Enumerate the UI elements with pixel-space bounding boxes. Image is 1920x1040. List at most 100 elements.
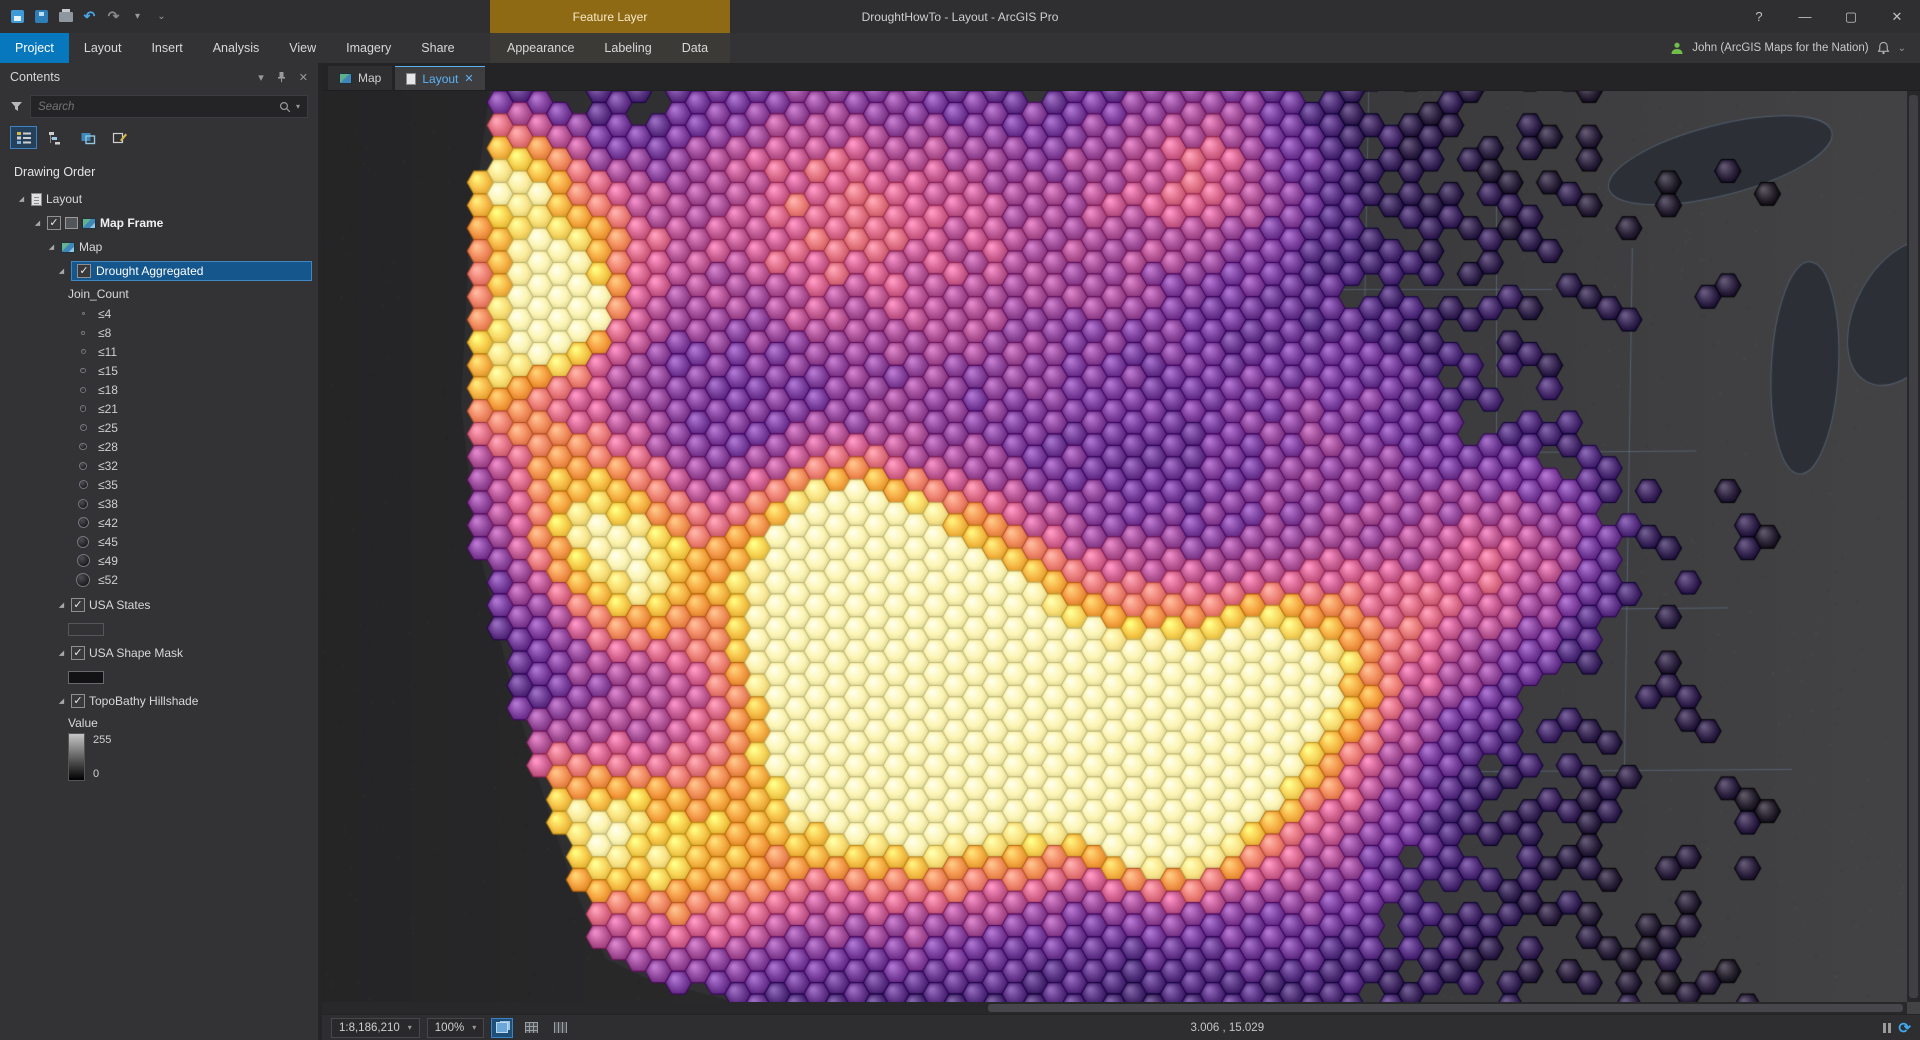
legend-field-row: Join_Count — [0, 283, 318, 304]
tree-item-layout[interactable]: ◢ Layout — [0, 187, 318, 211]
legend-item[interactable]: ≤4 — [0, 304, 318, 323]
filter-icon[interactable] — [10, 101, 23, 113]
tree-item-topobathy-hillshade[interactable]: ◢ ✓ TopoBathy Hillshade — [0, 689, 318, 713]
hillshade-min-label: 0 — [93, 768, 100, 780]
ribbon-tab-data[interactable]: Data — [667, 33, 723, 63]
ribbon-tab-labeling[interactable]: Labeling — [589, 33, 666, 63]
horizontal-scrollbar[interactable] — [322, 1002, 1907, 1014]
maximize-button[interactable]: ▢ — [1828, 0, 1874, 33]
zoom-combo[interactable]: 100% ▾ — [426, 1017, 485, 1038]
tab-close-icon[interactable]: ✕ — [464, 72, 473, 85]
customize-qat-icon[interactable]: ⌄ — [154, 9, 169, 24]
search-icon[interactable] — [279, 101, 291, 113]
legend-item[interactable]: ≤8 — [0, 323, 318, 342]
undo-icon[interactable]: ↶ — [82, 8, 97, 24]
close-button[interactable]: ✕ — [1874, 0, 1920, 33]
ribbon-tab-view[interactable]: View — [274, 33, 331, 63]
legend-item[interactable]: ≤42 — [0, 513, 318, 532]
legend-item[interactable]: ≤25 — [0, 418, 318, 437]
tree-item-map[interactable]: ◢ Map — [0, 235, 318, 259]
print-icon[interactable] — [58, 8, 73, 24]
legend-symbol — [80, 386, 86, 393]
expander-icon[interactable]: ◢ — [46, 243, 57, 251]
vertical-scrollbar[interactable] — [1907, 91, 1920, 1002]
topobathy-checkbox[interactable]: ✓ — [71, 694, 85, 708]
hillshade-gradient-row: 255 0 — [0, 733, 318, 781]
legend-label: ≤35 — [98, 477, 118, 492]
pane-menu-chevron-icon[interactable]: ▾ — [258, 71, 264, 84]
search-options-chevron-icon[interactable]: ▾ — [296, 102, 300, 111]
ribbon-tab-appearance[interactable]: Appearance — [492, 33, 589, 63]
expander-icon[interactable]: ◢ — [56, 267, 67, 275]
legend-item[interactable]: ≤52 — [0, 570, 318, 589]
hillshade-max-label: 255 — [93, 734, 112, 746]
map-frame-checkbox[interactable]: ✓ — [47, 216, 61, 230]
pause-drawing-icon[interactable] — [1883, 1022, 1892, 1033]
ribbon-tab-share[interactable]: Share — [406, 33, 469, 63]
tree-item-map-frame[interactable]: ◢ ✓ Map Frame — [0, 211, 318, 235]
view-tab-map[interactable]: Map — [328, 66, 393, 90]
tree-item-usa-states[interactable]: ◢ ✓ USA States — [0, 593, 318, 617]
expander-icon[interactable]: ◢ — [56, 601, 67, 609]
drought-layer-checkbox[interactable]: ✓ — [77, 264, 91, 278]
map-canvas[interactable] — [322, 91, 1920, 1014]
usa-shape-mask-symbol-row[interactable] — [0, 665, 318, 689]
ribbon-tab-imagery[interactable]: Imagery — [331, 33, 406, 63]
ribbon-tab-insert[interactable]: Insert — [136, 33, 197, 63]
legend-item[interactable]: ≤11 — [0, 342, 318, 361]
legend-item[interactable]: ≤15 — [0, 361, 318, 380]
list-by-editing-button[interactable] — [106, 126, 133, 149]
list-by-drawing-order-button[interactable] — [10, 126, 37, 149]
save-project-icon[interactable] — [34, 9, 49, 24]
expander-icon[interactable]: ◢ — [56, 649, 67, 657]
legend-item[interactable]: ≤21 — [0, 399, 318, 418]
legend-item[interactable]: ≤18 — [0, 380, 318, 399]
title-bar: ↶ ↷ ▾ ⌄ DroughtHowTo - Layout - ArcGIS P… — [0, 0, 1920, 33]
selected-layer-highlight[interactable]: ✓ Drought Aggregated — [71, 261, 312, 281]
usa-states-checkbox[interactable]: ✓ — [71, 598, 85, 612]
expander-icon[interactable]: ◢ — [32, 219, 43, 227]
usa-states-symbol-row[interactable] — [0, 617, 318, 641]
legend-item[interactable]: ≤28 — [0, 437, 318, 456]
ribbon-tab-layout[interactable]: Layout — [69, 33, 137, 63]
layout-view-icon — [406, 72, 417, 85]
legend-item[interactable]: ≤38 — [0, 494, 318, 513]
usa-states-swatch — [68, 622, 104, 636]
user-name[interactable]: John (ArcGIS Maps for the Nation) — [1692, 42, 1868, 54]
legend-label: ≤4 — [98, 306, 112, 321]
legend-item[interactable]: ≤35 — [0, 475, 318, 494]
usa-shape-mask-label: USA Shape Mask — [89, 646, 184, 660]
notifications-bell-icon[interactable] — [1877, 41, 1890, 55]
topobathy-label: TopoBathy Hillshade — [89, 694, 199, 708]
list-by-source-button[interactable] — [42, 126, 69, 149]
main-area: Contents ▾ ✕ ▾ — [0, 63, 1920, 1040]
help-button[interactable]: ? — [1736, 0, 1782, 33]
user-menu-chevron-icon[interactable]: ⌄ — [1898, 43, 1906, 54]
pin-icon[interactable] — [276, 71, 287, 83]
guides-button[interactable] — [549, 1018, 571, 1038]
tree-item-drought-aggregated[interactable]: ◢ ✓ Drought Aggregated — [0, 259, 318, 283]
ribbon-tab-analysis[interactable]: Analysis — [198, 33, 275, 63]
legend-item[interactable]: ≤32 — [0, 456, 318, 475]
layout-pages-button[interactable] — [491, 1017, 514, 1038]
ribbon-tab-project[interactable]: Project — [0, 33, 69, 63]
legend-symbol — [76, 554, 90, 567]
usa-shape-mask-checkbox[interactable]: ✓ — [71, 646, 85, 660]
grid-snapping-button[interactable] — [520, 1018, 542, 1038]
pane-close-icon[interactable]: ✕ — [299, 71, 308, 84]
tree-item-usa-shape-mask[interactable]: ◢ ✓ USA Shape Mask — [0, 641, 318, 665]
view-tab-layout[interactable]: Layout ✕ — [395, 66, 485, 90]
legend-label: ≤45 — [98, 534, 118, 549]
minimize-button[interactable]: — — [1782, 0, 1828, 33]
legend-item[interactable]: ≤45 — [0, 532, 318, 551]
expander-icon[interactable]: ◢ — [56, 697, 67, 705]
undo-dropdown-icon[interactable]: ▾ — [130, 9, 145, 24]
scale-combo[interactable]: 1:8,186,210 ▾ — [331, 1017, 420, 1038]
legend-item[interactable]: ≤49 — [0, 551, 318, 570]
save-icon[interactable] — [10, 9, 25, 24]
refresh-icon[interactable]: ⟳ — [1898, 1019, 1911, 1037]
search-input[interactable] — [38, 100, 274, 113]
list-by-selection-button[interactable] — [74, 126, 101, 149]
expander-icon[interactable]: ◢ — [16, 195, 27, 203]
redo-icon[interactable]: ↷ — [106, 8, 121, 24]
